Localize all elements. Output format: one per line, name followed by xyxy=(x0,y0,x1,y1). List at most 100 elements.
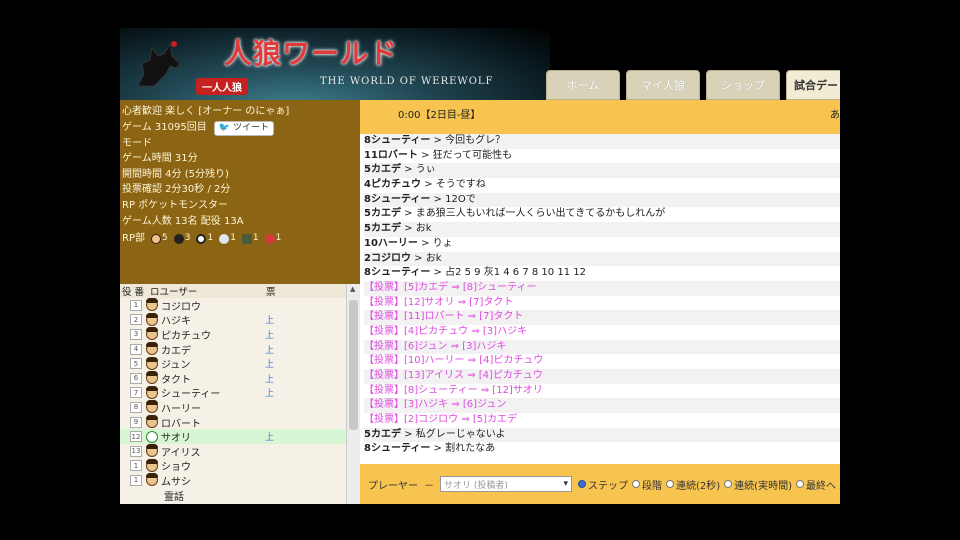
vote-mark: 上 xyxy=(265,389,275,400)
header-votes: 票 xyxy=(266,287,276,298)
game-info-panel: 心者歓迎 楽しく [オーナー のにゃぁ] ゲーム 31095回目 🐦 ツイート … xyxy=(120,100,360,284)
tab-match-data[interactable]: 試合デー xyxy=(786,70,840,100)
playback-option-0[interactable]: ステップ xyxy=(578,477,628,492)
chat-header: 0:00【2日目-昼】 あ xyxy=(360,100,840,134)
player-avatar-icon xyxy=(146,458,158,472)
game-count: ゲーム 31095回目 xyxy=(122,121,207,133)
option-label: 連続(実時間) xyxy=(734,480,792,492)
radio-icon[interactable] xyxy=(795,480,804,488)
player-number: 1 xyxy=(130,474,142,486)
player-row[interactable]: 8 ハーリー xyxy=(120,400,360,415)
message-text: > おk xyxy=(400,223,432,235)
player-avatar-icon xyxy=(146,327,158,341)
radio-icon[interactable] xyxy=(724,480,733,488)
player-name: ハジキ xyxy=(161,316,191,328)
vote-log-line: 【投票】[3]ハジキ ⇒ [6]ジュン xyxy=(364,398,840,414)
message-text: > おk xyxy=(410,252,442,264)
player-rows: 1 コジロウ 2 ハジキ上 3 ピカチュウ上 4 カエデ上 5 ジュン上 6 タクト上 7 シューティー上… xyxy=(120,298,360,503)
vote-text: 【投票】[2]コジロウ ⇒ [5]カエデ xyxy=(364,414,518,426)
logo-title: 人狼ワールド xyxy=(224,37,399,70)
speaker-name: 8シューティー xyxy=(364,267,431,279)
playback-controls: プレーヤー － サオリ (投稿者) ▾ ステップ 段階 連続(2秒) 連続(実時間) 最… xyxy=(360,464,840,504)
chat-message: 5カエデ > うぃ xyxy=(364,163,840,179)
speaker-name: 5カエデ xyxy=(364,428,401,440)
message-text: > うぃ xyxy=(400,164,436,176)
chat-message: 5カエデ > 私グレーじゃないよ xyxy=(364,427,840,443)
player-row[interactable]: 6 タクト 上 xyxy=(120,371,360,386)
player-list-header: 役 番 ロユーザー 票 xyxy=(120,284,360,298)
message-text: > りょ xyxy=(417,237,453,249)
player-row[interactable]: 5 ジュン 上 xyxy=(120,356,360,371)
player-row[interactable]: 7 シューティー 上 xyxy=(120,385,360,400)
player-avatar-icon xyxy=(146,400,158,414)
chat-message: 5カエデ > おk xyxy=(364,222,840,237)
player-number: 7 xyxy=(130,387,142,399)
speaker-name: 8シューティー xyxy=(364,135,431,146)
player-row[interactable]: 3 ピカチュウ 上 xyxy=(120,327,360,342)
player-number: 2 xyxy=(130,314,142,326)
vote-log-line: 【投票】[12]サオリ ⇒ [7]タクト xyxy=(364,296,840,311)
player-row[interactable]: 13 アイリス xyxy=(120,444,360,459)
playback-option-2[interactable]: 連続(2秒) xyxy=(666,477,720,492)
player-number: 8 xyxy=(130,401,142,413)
chat-message: 8シューティー > 12Oで xyxy=(364,192,840,208)
info-game-time: ゲーム時間 31分 xyxy=(122,153,198,165)
seer-icon: 1 xyxy=(196,231,213,247)
vote-text: 【投票】[8]シューティー ⇒ [12]サオリ xyxy=(364,384,543,396)
info-rp: RP ポケットモンスター xyxy=(122,199,228,211)
player-row[interactable]: 1 コジロウ xyxy=(120,298,360,313)
tweet-label: ツイート xyxy=(232,122,269,133)
player-number: 9 xyxy=(130,416,142,428)
label-dash: － xyxy=(424,480,434,492)
option-label: 段階 xyxy=(642,480,662,492)
speaker-name: 8シューティー xyxy=(364,193,431,205)
radio-icon[interactable] xyxy=(666,480,674,488)
hunter-icon: 1 xyxy=(241,231,259,247)
tab-home[interactable]: ホーム xyxy=(546,70,620,100)
madman-icon: 1 xyxy=(264,231,281,247)
scroll-up-icon[interactable]: ▲ xyxy=(350,285,355,293)
player-list: 役 番 ロユーザー 票 1 コジロウ 2 ハジキ上 3 ピカチュウ上 4 カエデ上 5 ジュン上 6… xyxy=(120,284,360,504)
player-label: プレーヤー xyxy=(368,480,418,492)
message-text: > 12Oで xyxy=(430,193,476,205)
player-row[interactable]: 1 ショウ xyxy=(120,458,360,473)
header-role-num: 役 番 xyxy=(122,287,145,298)
medium-icon: 1 xyxy=(219,231,236,247)
chat-message: 11ロバート > 狂だって可能性も xyxy=(364,149,840,164)
vote-text: 【投票】[11]ロバート ⇒ [7]タクト xyxy=(364,311,524,323)
game-count-row: ゲーム 31095回目 🐦 ツイート xyxy=(122,120,360,136)
playback-option-3[interactable]: 連続(実時間) xyxy=(724,477,792,492)
spirit-talk-label: 霊話 xyxy=(164,491,184,503)
playback-option-1[interactable]: 段階 xyxy=(632,477,662,492)
player-avatar-icon xyxy=(146,430,158,443)
tweet-button[interactable]: 🐦 ツイート xyxy=(213,120,274,136)
radio-icon[interactable] xyxy=(578,480,586,488)
player-row[interactable]: 4 カエデ 上 xyxy=(120,342,360,357)
playback-option-4[interactable]: 最終へ xyxy=(795,477,836,492)
player-name: ピカチュウ xyxy=(161,330,211,342)
seer-count: 1 xyxy=(207,233,214,244)
option-label: ステップ xyxy=(588,480,628,492)
radio-icon[interactable] xyxy=(632,480,640,488)
tab-shop[interactable]: ショップ xyxy=(706,70,780,100)
vote-log-line: 【投票】[13]アイリス ⇒ [4]ピカチュウ xyxy=(364,369,840,384)
player-row[interactable]: 12 サオリ 上 xyxy=(120,429,360,444)
player-avatar-icon xyxy=(146,342,158,356)
tab-my-jinro[interactable]: マイ人狼 xyxy=(626,70,700,100)
player-row[interactable]: 9 ロバート xyxy=(120,415,360,430)
vote-log-line: 【投票】[11]ロバート ⇒ [7]タクト xyxy=(364,310,840,325)
option-label: 最終へ xyxy=(805,480,836,492)
scrollbar-thumb[interactable] xyxy=(349,300,358,430)
vote-text: 【投票】[13]アイリス ⇒ [4]ピカチュウ xyxy=(364,370,543,381)
player-row[interactable]: 2 ハジキ 上 xyxy=(120,312,360,328)
chat-message: 8シューティー > 今回もグレ？ xyxy=(364,134,840,149)
hunter-count: 1 xyxy=(252,233,259,244)
speaker-name: 2コジロウ xyxy=(364,252,411,264)
player-number: 4 xyxy=(130,343,142,355)
player-row[interactable]: 1 ムサシ xyxy=(120,473,360,488)
player-number: 13 xyxy=(130,445,142,457)
logo-banner[interactable]: 人狼ワールド 一人人狼 THE WORLD OF WEREWOLF xyxy=(120,28,550,100)
player-select[interactable]: サオリ (投稿者) ▾ xyxy=(440,476,572,492)
player-list-scrollbar[interactable]: ▲ xyxy=(346,284,360,504)
vote-text: 【投票】[6]ジュン ⇒ [3]ハジキ xyxy=(364,340,507,352)
